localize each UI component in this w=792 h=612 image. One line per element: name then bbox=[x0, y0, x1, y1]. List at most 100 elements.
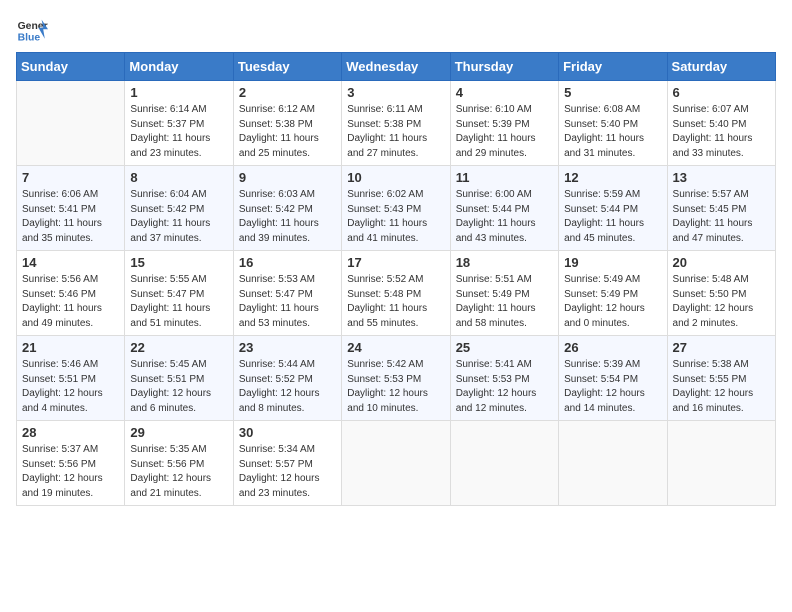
day-cell: 23 Sunrise: 5:44 AMSunset: 5:52 PMDayligh… bbox=[233, 336, 341, 421]
day-number: 12 bbox=[564, 170, 661, 185]
day-cell: 27Sunrise: 5:38 AMSunset: 5:55 PMDayligh… bbox=[667, 336, 775, 421]
day-info: Sunrise: 5:51 AMSunset: 5:49 PMDaylight:… bbox=[456, 273, 553, 331]
day-cell bbox=[559, 421, 667, 506]
day-cell: 14 Sunrise: 5:56 AMSunset: 5:46 PMDayligh… bbox=[17, 251, 125, 336]
day-cell: 10 Sunrise: 6:02 AMSunset: 5:43 PMDayligh… bbox=[342, 166, 450, 251]
day-info: Sunrise: 6:12 AMSunset: 5:38 PMDaylight:… bbox=[239, 103, 336, 161]
day-cell: 21 Sunrise: 5:46 AMSunset: 5:51 PMDayligh… bbox=[17, 336, 125, 421]
day-number: 27 bbox=[673, 340, 770, 355]
day-info: Sunrise: 5:39 AMSunset: 5:54 PMDaylight:… bbox=[564, 358, 661, 416]
week-row-4: 21 Sunrise: 5:46 AMSunset: 5:51 PMDayligh… bbox=[17, 336, 776, 421]
week-row-5: 28 Sunrise: 5:37 AMSunset: 5:56 PMDayligh… bbox=[17, 421, 776, 506]
day-cell: 25 Sunrise: 5:41 AMSunset: 5:53 PMDayligh… bbox=[450, 336, 558, 421]
day-cell bbox=[17, 81, 125, 166]
day-cell: 18 Sunrise: 5:51 AMSunset: 5:49 PMDayligh… bbox=[450, 251, 558, 336]
day-number: 9 bbox=[239, 170, 336, 185]
day-number: 19 bbox=[564, 255, 661, 270]
day-cell: 20 Sunrise: 5:48 AMSunset: 5:50 PMDayligh… bbox=[667, 251, 775, 336]
day-cell: 3 Sunrise: 6:11 AMSunset: 5:38 PMDaylight… bbox=[342, 81, 450, 166]
day-info: Sunrise: 6:04 AMSunset: 5:42 PMDaylight:… bbox=[130, 188, 227, 246]
day-number: 11 bbox=[456, 170, 553, 185]
day-number: 29 bbox=[130, 425, 227, 440]
week-row-1: 1Sunrise: 6:14 AMSunset: 5:37 PMDaylight… bbox=[17, 81, 776, 166]
day-cell: 11 Sunrise: 6:00 AMSunset: 5:44 PMDayligh… bbox=[450, 166, 558, 251]
day-number: 2 bbox=[239, 85, 336, 100]
header-cell-wednesday: Wednesday bbox=[342, 53, 450, 81]
day-info: Sunrise: 6:03 AMSunset: 5:42 PMDaylight:… bbox=[239, 188, 336, 246]
day-info: Sunrise: 5:55 AMSunset: 5:47 PMDaylight:… bbox=[130, 273, 227, 331]
day-number: 21 bbox=[22, 340, 119, 355]
day-info: Sunrise: 5:49 AMSunset: 5:49 PMDaylight:… bbox=[564, 273, 661, 331]
day-number: 23 bbox=[239, 340, 336, 355]
day-number: 22 bbox=[130, 340, 227, 355]
day-info: Sunrise: 5:45 AMSunset: 5:51 PMDaylight:… bbox=[130, 358, 227, 416]
header-cell-saturday: Saturday bbox=[667, 53, 775, 81]
day-number: 26 bbox=[564, 340, 661, 355]
day-info: Sunrise: 6:07 AMSunset: 5:40 PMDaylight:… bbox=[673, 103, 770, 161]
header-cell-friday: Friday bbox=[559, 53, 667, 81]
day-cell: 7Sunrise: 6:06 AMSunset: 5:41 PMDaylight… bbox=[17, 166, 125, 251]
day-info: Sunrise: 6:00 AMSunset: 5:44 PMDaylight:… bbox=[456, 188, 553, 246]
day-cell bbox=[342, 421, 450, 506]
day-info: Sunrise: 5:53 AMSunset: 5:47 PMDaylight:… bbox=[239, 273, 336, 331]
day-cell: 1Sunrise: 6:14 AMSunset: 5:37 PMDaylight… bbox=[125, 81, 233, 166]
day-cell: 15 Sunrise: 5:55 AMSunset: 5:47 PMDayligh… bbox=[125, 251, 233, 336]
header-cell-tuesday: Tuesday bbox=[233, 53, 341, 81]
day-info: Sunrise: 5:59 AMSunset: 5:44 PMDaylight:… bbox=[564, 188, 661, 246]
day-cell: 9 Sunrise: 6:03 AMSunset: 5:42 PMDaylight… bbox=[233, 166, 341, 251]
day-number: 24 bbox=[347, 340, 444, 355]
day-info: Sunrise: 6:06 AMSunset: 5:41 PMDaylight:… bbox=[22, 188, 119, 246]
day-info: Sunrise: 6:08 AMSunset: 5:40 PMDaylight:… bbox=[564, 103, 661, 161]
day-number: 25 bbox=[456, 340, 553, 355]
day-info: Sunrise: 5:52 AMSunset: 5:48 PMDaylight:… bbox=[347, 273, 444, 331]
day-info: Sunrise: 5:56 AMSunset: 5:46 PMDaylight:… bbox=[22, 273, 119, 331]
day-info: Sunrise: 5:57 AMSunset: 5:45 PMDaylight:… bbox=[673, 188, 770, 246]
day-cell: 8Sunrise: 6:04 AMSunset: 5:42 PMDaylight… bbox=[125, 166, 233, 251]
logo: General Blue bbox=[16, 16, 48, 44]
day-info: Sunrise: 6:02 AMSunset: 5:43 PMDaylight:… bbox=[347, 188, 444, 246]
day-number: 18 bbox=[456, 255, 553, 270]
day-cell: 19 Sunrise: 5:49 AMSunset: 5:49 PMDayligh… bbox=[559, 251, 667, 336]
svg-text:Blue: Blue bbox=[18, 32, 41, 43]
day-info: Sunrise: 6:10 AMSunset: 5:39 PMDaylight:… bbox=[456, 103, 553, 161]
day-info: Sunrise: 6:11 AMSunset: 5:38 PMDaylight:… bbox=[347, 103, 444, 161]
day-cell: 5 Sunrise: 6:08 AMSunset: 5:40 PMDaylight… bbox=[559, 81, 667, 166]
day-number: 30 bbox=[239, 425, 336, 440]
day-number: 3 bbox=[347, 85, 444, 100]
day-info: Sunrise: 5:42 AMSunset: 5:53 PMDaylight:… bbox=[347, 358, 444, 416]
header-cell-monday: Monday bbox=[125, 53, 233, 81]
week-row-3: 14 Sunrise: 5:56 AMSunset: 5:46 PMDayligh… bbox=[17, 251, 776, 336]
header-cell-sunday: Sunday bbox=[17, 53, 125, 81]
day-number: 5 bbox=[564, 85, 661, 100]
day-cell: 29 Sunrise: 5:35 AMSunset: 5:56 PMDayligh… bbox=[125, 421, 233, 506]
day-cell: 24 Sunrise: 5:42 AMSunset: 5:53 PMDayligh… bbox=[342, 336, 450, 421]
day-number: 14 bbox=[22, 255, 119, 270]
day-info: Sunrise: 5:46 AMSunset: 5:51 PMDaylight:… bbox=[22, 358, 119, 416]
day-cell: 30 Sunrise: 5:34 AMSunset: 5:57 PMDayligh… bbox=[233, 421, 341, 506]
day-number: 20 bbox=[673, 255, 770, 270]
day-info: Sunrise: 5:41 AMSunset: 5:53 PMDaylight:… bbox=[456, 358, 553, 416]
day-number: 15 bbox=[130, 255, 227, 270]
day-info: Sunrise: 5:48 AMSunset: 5:50 PMDaylight:… bbox=[673, 273, 770, 331]
day-cell: 12 Sunrise: 5:59 AMSunset: 5:44 PMDayligh… bbox=[559, 166, 667, 251]
day-number: 10 bbox=[347, 170, 444, 185]
day-info: Sunrise: 5:44 AMSunset: 5:52 PMDaylight:… bbox=[239, 358, 336, 416]
day-cell bbox=[667, 421, 775, 506]
day-number: 13 bbox=[673, 170, 770, 185]
day-number: 17 bbox=[347, 255, 444, 270]
day-cell: 4Sunrise: 6:10 AMSunset: 5:39 PMDaylight… bbox=[450, 81, 558, 166]
day-cell: 13 Sunrise: 5:57 AMSunset: 5:45 PMDayligh… bbox=[667, 166, 775, 251]
day-info: Sunrise: 5:37 AMSunset: 5:56 PMDaylight:… bbox=[22, 443, 119, 501]
day-cell: 16Sunrise: 5:53 AMSunset: 5:47 PMDayligh… bbox=[233, 251, 341, 336]
day-info: Sunrise: 5:35 AMSunset: 5:56 PMDaylight:… bbox=[130, 443, 227, 501]
day-number: 28 bbox=[22, 425, 119, 440]
day-cell: 2 Sunrise: 6:12 AMSunset: 5:38 PMDaylight… bbox=[233, 81, 341, 166]
header-cell-thursday: Thursday bbox=[450, 53, 558, 81]
day-cell: 28 Sunrise: 5:37 AMSunset: 5:56 PMDayligh… bbox=[17, 421, 125, 506]
day-number: 6 bbox=[673, 85, 770, 100]
day-cell bbox=[450, 421, 558, 506]
day-info: Sunrise: 5:34 AMSunset: 5:57 PMDaylight:… bbox=[239, 443, 336, 501]
header-row: SundayMondayTuesdayWednesdayThursdayFrid… bbox=[17, 53, 776, 81]
day-cell: 22 Sunrise: 5:45 AMSunset: 5:51 PMDayligh… bbox=[125, 336, 233, 421]
day-cell: 6 Sunrise: 6:07 AMSunset: 5:40 PMDaylight… bbox=[667, 81, 775, 166]
